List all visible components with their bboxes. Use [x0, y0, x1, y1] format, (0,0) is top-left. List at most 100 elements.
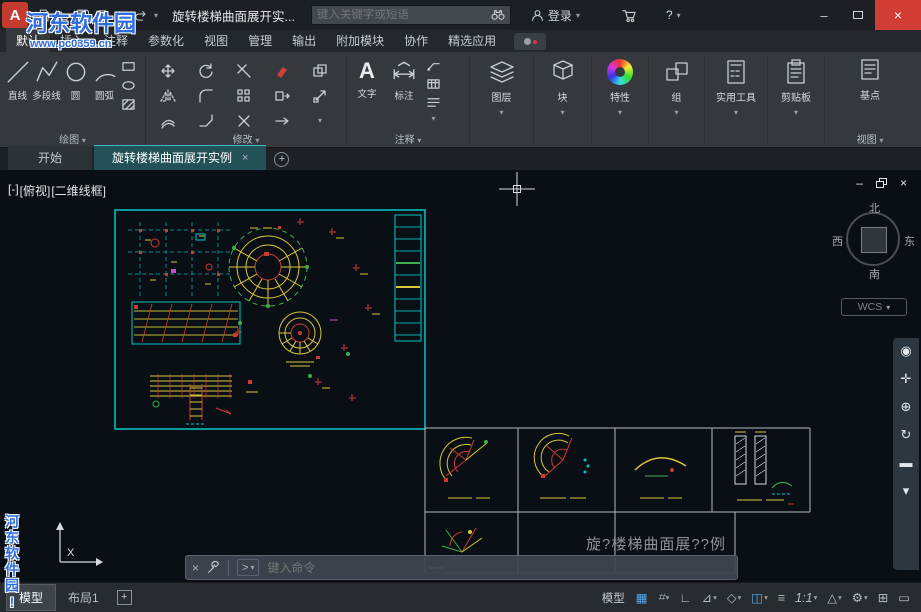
doc-close-button[interactable]: ×: [900, 176, 907, 190]
group-button[interactable]: 组 ▾: [649, 52, 704, 147]
viewcube-north[interactable]: 北: [869, 200, 880, 216]
annotate-panel-label[interactable]: 注释 ▾: [347, 131, 469, 146]
view-panel-label[interactable]: 视图 ▾: [825, 131, 915, 146]
ribbon-tab-collaborate[interactable]: 协作: [394, 28, 438, 52]
ribbon-tab-addins[interactable]: 附加模块: [326, 28, 394, 52]
viewport-view-control[interactable]: [俯视]: [20, 182, 51, 199]
rotate-button[interactable]: [187, 58, 225, 83]
redo-icon[interactable]: [135, 9, 147, 22]
line-button[interactable]: 直线: [3, 56, 32, 102]
lengthen-button[interactable]: [263, 108, 301, 133]
block-button[interactable]: 块 ▾: [534, 52, 591, 147]
polyline-button[interactable]: 多段线: [32, 56, 61, 102]
drawing-tab[interactable]: 旋转楼梯曲面展开实例 ×: [94, 145, 266, 170]
lineweight-icon[interactable]: ≡: [773, 589, 790, 607]
drawing-canvas[interactable]: [-] [俯视] [二维线框] – × 北 南 西 东 WCS ▾ ◉ ✛ ⊕ …: [0, 170, 921, 582]
undo-icon[interactable]: [115, 9, 127, 22]
qat-chevron-icon[interactable]: ▾: [154, 11, 158, 20]
signin-control[interactable]: 登录 ▾: [531, 7, 580, 24]
new-tab-button[interactable]: +: [274, 152, 289, 167]
circle-button[interactable]: 圆: [61, 56, 90, 102]
ribbon-tab-default[interactable]: 默认: [6, 28, 50, 52]
chamfer-button[interactable]: [187, 108, 225, 133]
annotation-visibility-icon[interactable]: △▾: [822, 588, 846, 607]
search-input[interactable]: [317, 9, 491, 21]
viewcube-south[interactable]: 南: [869, 266, 880, 282]
annotation-monitor-icon[interactable]: ⊞: [873, 588, 893, 607]
ribbon-tab-parametric[interactable]: 参数化: [138, 28, 194, 52]
ribbon-tab-insert[interactable]: 插入: [50, 28, 94, 52]
copy-button[interactable]: [301, 58, 339, 83]
annotation-scale-control[interactable]: 1:1▾: [790, 589, 822, 607]
trim-button[interactable]: [225, 58, 263, 83]
showmotion-icon[interactable]: ▬: [900, 456, 913, 470]
text-button[interactable]: A 文字: [350, 56, 384, 100]
viewcube-west[interactable]: 西: [832, 233, 843, 249]
leader-icon[interactable]: [426, 60, 441, 72]
layers-button[interactable]: 图层 ▾: [470, 52, 533, 147]
wcs-dropdown[interactable]: WCS ▾: [841, 298, 907, 316]
offset-button[interactable]: [149, 108, 187, 133]
command-close-icon[interactable]: ×: [192, 561, 199, 575]
close-tab-icon[interactable]: ×: [242, 152, 248, 164]
osnap-icon[interactable]: ◫▾: [746, 588, 773, 607]
command-line[interactable]: × > ▾: [185, 555, 738, 580]
ribbon-tab-annotate[interactable]: 注释: [94, 28, 138, 52]
ribbon-tab-manage[interactable]: 管理: [238, 28, 282, 52]
clean-screen-icon[interactable]: ▭: [893, 588, 915, 607]
scale-button[interactable]: [301, 83, 339, 108]
viewcube-face[interactable]: [861, 227, 887, 253]
array-button[interactable]: [225, 83, 263, 108]
draw-panel-label[interactable]: 绘图 ▾: [0, 131, 145, 146]
ellipse-icon[interactable]: [121, 79, 136, 92]
modify-panel-label[interactable]: 修改 ▾: [146, 131, 346, 146]
wrench-icon[interactable]: [207, 561, 220, 574]
explode-button[interactable]: [225, 108, 263, 133]
ribbon-tab-view[interactable]: 视图: [194, 28, 238, 52]
save-icon[interactable]: [77, 9, 89, 22]
steering-wheel-icon[interactable]: ◉: [900, 344, 911, 358]
workspace-gear-icon[interactable]: ⚙▾: [847, 588, 873, 607]
hatch-icon[interactable]: [121, 98, 136, 111]
mirror-button[interactable]: [149, 83, 187, 108]
model-space-toggle[interactable]: 模型: [596, 588, 631, 608]
rectangle-icon[interactable]: [121, 60, 136, 73]
ribbon-tab-featured-apps[interactable]: 精选应用: [438, 28, 506, 52]
snap-icon[interactable]: ⌗▾: [653, 588, 675, 607]
new-file-icon[interactable]: [38, 9, 50, 22]
navbar-more-icon[interactable]: ▾: [903, 484, 910, 498]
clipboard-button[interactable]: 剪贴板 ▾: [768, 52, 824, 147]
properties-button[interactable]: 特性 ▾: [592, 52, 648, 147]
utilities-button[interactable]: 实用工具 ▾: [705, 52, 767, 147]
doc-minimize-button[interactable]: –: [856, 176, 863, 190]
grid-icon[interactable]: ▦: [631, 588, 653, 607]
close-button[interactable]: ×: [875, 0, 921, 30]
binoculars-search-icon[interactable]: [491, 9, 505, 21]
doc-restore-button[interactable]: [876, 178, 887, 188]
command-input[interactable]: [267, 561, 731, 575]
move-button[interactable]: [149, 58, 187, 83]
new-layout-button[interactable]: +: [117, 590, 132, 605]
command-options-button[interactable]: > ▾: [237, 559, 259, 576]
table-icon[interactable]: [426, 78, 441, 90]
start-tab[interactable]: 开始: [8, 146, 92, 170]
layout1-tab[interactable]: 布局1: [56, 585, 111, 610]
help-control[interactable]: ? ▾: [666, 8, 681, 22]
ribbon-display-toggle[interactable]: [514, 33, 546, 50]
mtext-icon[interactable]: [426, 96, 441, 108]
plot-icon[interactable]: [96, 9, 108, 22]
polar-icon[interactable]: ⊿▾: [697, 588, 722, 607]
ribbon-tab-output[interactable]: 输出: [282, 28, 326, 52]
erase-button[interactable]: [263, 58, 301, 83]
app-store-button[interactable]: [622, 9, 636, 22]
model-layout-tab[interactable]: 模型: [6, 584, 56, 611]
viewport-minimize-control[interactable]: [-]: [8, 182, 19, 199]
stretch-button[interactable]: [263, 83, 301, 108]
ortho-icon[interactable]: ∟: [674, 589, 696, 607]
pan-icon[interactable]: ✛: [901, 372, 912, 386]
arc-button[interactable]: 圆弧: [90, 56, 119, 102]
orbit-icon[interactable]: ↻: [901, 428, 912, 442]
modify-more-button[interactable]: ▾: [301, 108, 339, 133]
viewcube-east[interactable]: 东: [904, 233, 915, 249]
app-menu-button[interactable]: A: [2, 2, 28, 28]
